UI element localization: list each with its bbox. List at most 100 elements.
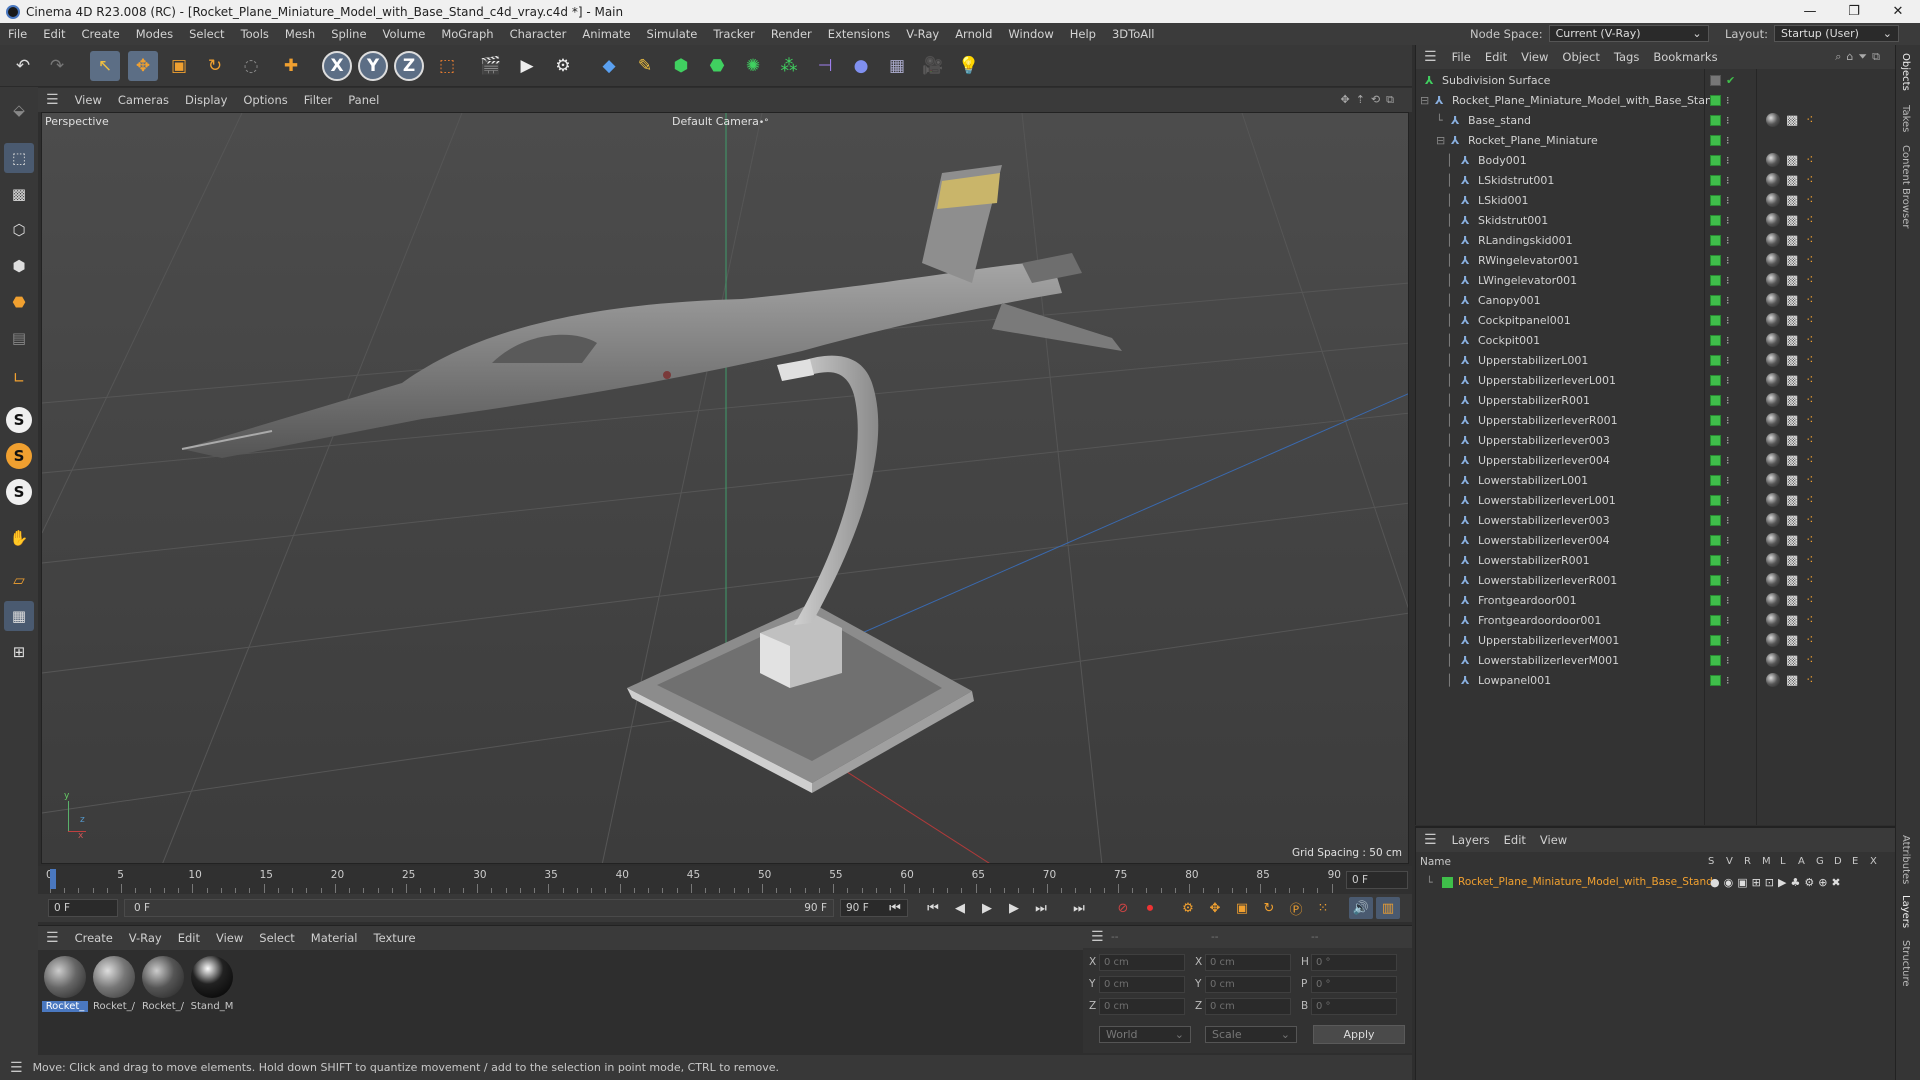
cube-icon[interactable]: ◆ xyxy=(594,51,624,81)
phong-tag-icon[interactable]: ⁖ xyxy=(1806,453,1814,468)
layer-col-l[interactable]: L xyxy=(1780,856,1786,867)
phong-tag-icon[interactable]: ⁖ xyxy=(1806,333,1814,348)
object-name[interactable]: Upperstabilizerlever003 xyxy=(1478,434,1610,447)
uvw-tag-icon[interactable]: ▩ xyxy=(1786,213,1798,228)
object-lskid001-row[interactable]: │ ⅄ LSkid001 ⁝ ▩ ⁖ xyxy=(1416,190,1896,210)
material-menu-edit[interactable]: Edit xyxy=(170,931,208,945)
uvw-tag-icon[interactable]: ▩ xyxy=(1786,313,1798,328)
phong-tag-icon[interactable]: ⁖ xyxy=(1806,253,1814,268)
layer-menu-edit[interactable]: Edit xyxy=(1497,833,1533,847)
layer-name[interactable]: Rocket_Plane_Miniature_Model_with_Base_S… xyxy=(1458,876,1713,888)
visibility-dot[interactable] xyxy=(1710,274,1721,286)
snap-settings-icon[interactable]: S xyxy=(6,443,32,469)
next-frame-icon[interactable]: ▶ xyxy=(1002,897,1026,919)
render-visibility-icon[interactable]: ⁝ xyxy=(1726,574,1730,587)
object-name[interactable]: UpperstabilizerR001 xyxy=(1478,394,1590,407)
start-frame-field[interactable]: 0 F xyxy=(48,899,118,917)
object-name[interactable]: Cockpit001 xyxy=(1478,334,1540,347)
deformer-icon[interactable]: ⊣ xyxy=(810,51,840,81)
select-icon[interactable]: ↖ xyxy=(90,51,120,81)
render-visibility-icon[interactable]: ⁝ xyxy=(1726,434,1730,447)
vray-material-tag-icon[interactable] xyxy=(1766,473,1780,487)
uvw-tag-icon[interactable]: ▩ xyxy=(1786,353,1798,368)
record-icon[interactable]: ⊘ xyxy=(1111,897,1135,919)
phong-tag-icon[interactable]: ⁖ xyxy=(1806,313,1814,328)
menu-tracker[interactable]: Tracker xyxy=(705,27,763,41)
add-icon[interactable]: ✚ xyxy=(276,51,306,81)
visibility-dot[interactable] xyxy=(1710,534,1721,546)
vray-material-tag-icon[interactable] xyxy=(1766,333,1780,347)
object-rwingelevator001-row[interactable]: │ ⅄ RWingelevator001 ⁝ ▩ ⁖ xyxy=(1416,250,1896,270)
render-visibility-icon[interactable]: ⁝ xyxy=(1726,674,1730,687)
phong-tag-icon[interactable]: ⁖ xyxy=(1806,573,1814,588)
phong-tag-icon[interactable]: ⁖ xyxy=(1806,593,1814,608)
frame-range-slider[interactable]: 0 F 90 F xyxy=(124,899,834,917)
visibility-dot[interactable] xyxy=(1710,354,1721,366)
material-name[interactable]: Stand_M xyxy=(189,1001,235,1012)
object-upperstabilizerlever003-row[interactable]: │ ⅄ Upperstabilizerlever003 ⁝ ▩ ⁖ xyxy=(1416,430,1896,450)
vray-material-tag-icon[interactable] xyxy=(1766,533,1780,547)
object-lowerstabilizerleverr001-row[interactable]: │ ⅄ LowerstabilizerleverR001 ⁝ ▩ ⁖ xyxy=(1416,570,1896,590)
material-swatch[interactable]: Rocket_/ xyxy=(91,956,137,1012)
render-visibility-icon[interactable]: ⁝ xyxy=(1726,414,1730,427)
phong-tag-icon[interactable]: ⁖ xyxy=(1806,653,1814,668)
visibility-dot[interactable] xyxy=(1710,134,1721,146)
autokey-icon[interactable]: ⏺ xyxy=(1138,897,1162,919)
hamburger-icon[interactable]: ☰ xyxy=(1416,49,1445,65)
visibility-dot[interactable] xyxy=(1710,554,1721,566)
object-name[interactable]: UpperstabilizerleverR001 xyxy=(1478,414,1618,427)
menu-tools[interactable]: Tools xyxy=(233,27,277,41)
hamburger-icon[interactable]: ☰ xyxy=(1416,832,1445,848)
uvw-tag-icon[interactable]: ▩ xyxy=(1786,453,1798,468)
point-level-key-icon[interactable]: ⁙ xyxy=(1311,897,1335,919)
vray-material-tag-icon[interactable] xyxy=(1766,553,1780,567)
vray-material-tag-icon[interactable] xyxy=(1766,673,1780,687)
visibility-dot[interactable] xyxy=(1710,514,1721,526)
visibility-dot[interactable] xyxy=(1710,394,1721,406)
vray-material-tag-icon[interactable] xyxy=(1766,413,1780,427)
viewport-menu-display[interactable]: Display xyxy=(177,93,235,107)
visibility-dot[interactable] xyxy=(1710,454,1721,466)
visibility-dot[interactable] xyxy=(1710,334,1721,346)
object-name[interactable]: Rocket_Plane_Miniature xyxy=(1468,134,1598,147)
phong-tag-icon[interactable]: ⁖ xyxy=(1806,233,1814,248)
visibility-dot[interactable] xyxy=(1710,474,1721,486)
coord-scale-select[interactable]: Scale ⌄ xyxy=(1205,1026,1297,1043)
menu-file[interactable]: File xyxy=(0,27,35,41)
locked-workplane-icon[interactable]: ⊞ xyxy=(4,637,34,667)
visibility-dot[interactable] xyxy=(1710,194,1721,206)
render-visibility-icon[interactable]: ⁝ xyxy=(1726,294,1730,307)
object-menu-file[interactable]: File xyxy=(1445,50,1478,64)
previous-key-icon[interactable]: ⏮ xyxy=(921,897,945,919)
visibility-dot[interactable] xyxy=(1710,114,1721,126)
object-name[interactable]: Skidstrut001 xyxy=(1478,214,1548,227)
object-upperstabilizerl001-row[interactable]: │ ⅄ UpperstabilizerL001 ⁝ ▩ ⁖ xyxy=(1416,350,1896,370)
menu-create[interactable]: Create xyxy=(74,27,128,41)
array-icon[interactable]: ⁂ xyxy=(774,51,804,81)
uvw-tag-icon[interactable]: ▩ xyxy=(1786,393,1798,408)
menu-help[interactable]: Help xyxy=(1062,27,1104,41)
render-visibility-icon[interactable]: ⁝ xyxy=(1726,474,1730,487)
uvw-tag-icon[interactable]: ▩ xyxy=(1786,633,1798,648)
render-visibility-icon[interactable]: ⁝ xyxy=(1726,614,1730,627)
render-visibility-icon[interactable]: ⁝ xyxy=(1726,314,1730,327)
coord-field-z[interactable]: 0 cm xyxy=(1205,998,1291,1015)
vray-material-tag-icon[interactable] xyxy=(1766,393,1780,407)
visibility-dot[interactable] xyxy=(1710,254,1721,266)
phong-tag-icon[interactable]: ⁖ xyxy=(1806,553,1814,568)
floor-icon[interactable]: ▦ xyxy=(882,51,912,81)
vray-material-tag-icon[interactable] xyxy=(1766,613,1780,627)
object-lowerstabilizerleverm001-row[interactable]: │ ⅄ LowerstabilizerleverM001 ⁝ ▩ ⁖ xyxy=(1416,650,1896,670)
phong-tag-icon[interactable]: ⁖ xyxy=(1806,413,1814,428)
render-visibility-icon[interactable]: ⁝ xyxy=(1726,154,1730,167)
object-menu-view[interactable]: View xyxy=(1514,50,1555,64)
phong-tag-icon[interactable]: ⁖ xyxy=(1806,513,1814,528)
texture-mode-icon[interactable]: ▩ xyxy=(4,179,34,209)
vray-material-tag-icon[interactable] xyxy=(1766,453,1780,467)
layer-col-d[interactable]: D xyxy=(1834,856,1842,867)
edges-mode-icon[interactable]: ⬢ xyxy=(4,251,34,281)
visibility-dot[interactable] xyxy=(1710,94,1721,106)
position-key-icon[interactable]: ✥ xyxy=(1203,897,1227,919)
render-visibility-icon[interactable]: ⁝ xyxy=(1726,654,1730,667)
object-name[interactable]: Upperstabilizerlever004 xyxy=(1478,454,1610,467)
